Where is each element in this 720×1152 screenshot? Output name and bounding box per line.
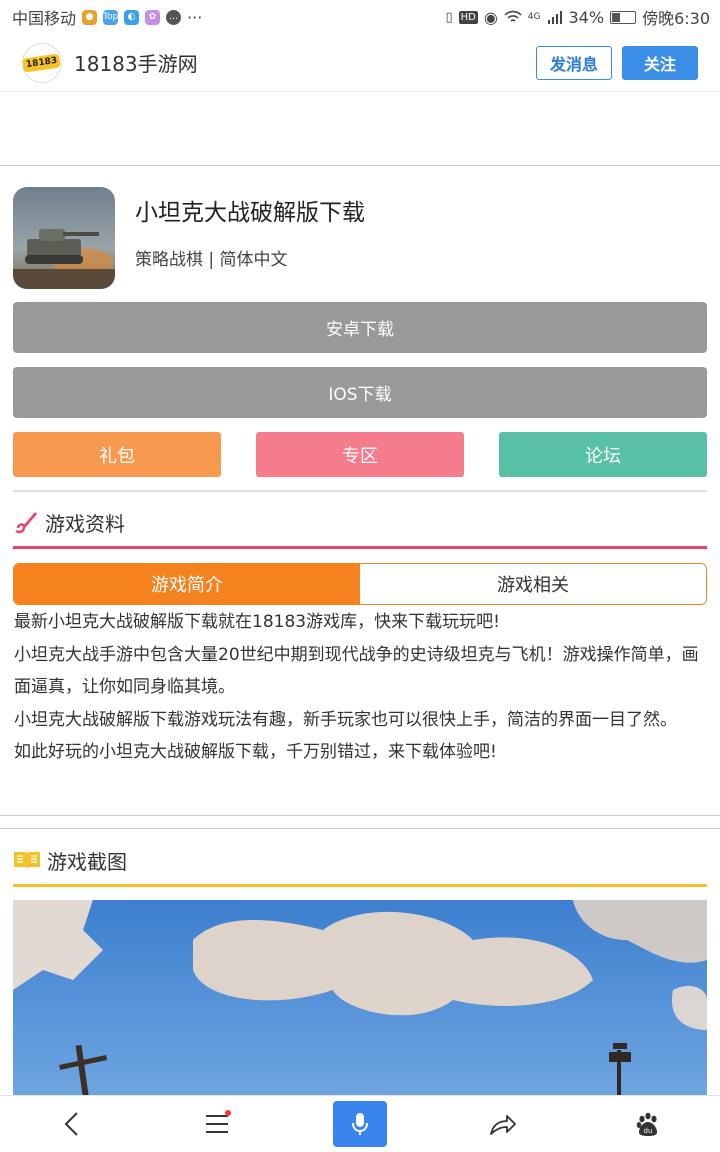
android-download-button[interactable]: 安卓下载 — [13, 302, 707, 353]
notification-dot — [224, 1110, 231, 1116]
game-tags: 策略战棋 | 简体中文 — [135, 250, 288, 270]
battery-icon — [610, 10, 637, 24]
book-icon — [14, 852, 40, 869]
top-icon: Top — [103, 9, 118, 25]
zone-button[interactable]: 专区 — [256, 432, 464, 477]
ios-download-button[interactable]: IOS下载 — [13, 367, 707, 418]
info-section-header: 游戏资料 — [13, 502, 707, 542]
svg-text:du: du — [643, 1127, 652, 1135]
more-icon: ··· — [187, 7, 203, 27]
bottom-navigation: du — [0, 1095, 720, 1152]
intro-paragraph: 最新小坦克大战破解版下载就在18183游戏库，快来下载玩玩吧! — [14, 612, 500, 632]
divider — [13, 490, 707, 492]
follow-button[interactable]: 关注 — [622, 45, 698, 80]
intro-paragraph: 小坦克大战手游中包含大量20世纪中期到现代战争的史诗级坦克与飞机！游戏操作简单，… — [14, 644, 699, 698]
intro-paragraph: 小坦克大战破解版下载游戏玩法有趣，新手玩家也可以很快上手，简洁的界面一目了然。 — [14, 709, 677, 730]
site-logo[interactable]: 18183 — [22, 42, 62, 83]
game-screenshot[interactable] — [13, 900, 707, 1100]
clock: 傍晚6:30 — [642, 9, 710, 28]
pen-icon — [15, 512, 37, 534]
tab-related[interactable]: 游戏相关 — [360, 564, 706, 604]
baidu-button[interactable]: du — [620, 1101, 676, 1147]
menu-button[interactable] — [189, 1101, 245, 1147]
screenshot-section-title: 游戏截图 — [47, 849, 127, 874]
mic-icon — [351, 1113, 368, 1135]
section-separator — [0, 815, 720, 829]
section-underline — [13, 546, 707, 549]
status-bar: 中国移动 ● Top ◐ ✿ … ··· ▯ HD ◉ 4G 34% 傍晚6:3… — [0, 0, 720, 34]
flower-icon: ✿ — [145, 9, 161, 25]
forum-button[interactable]: 论坛 — [499, 432, 707, 477]
tab-intro[interactable]: 游戏简介 — [14, 564, 360, 604]
game-icon[interactable] — [13, 187, 115, 289]
banner-area — [0, 92, 720, 166]
carrier-label: 中国移动 — [12, 9, 77, 28]
browser-icon: ◐ — [124, 9, 140, 25]
back-icon — [64, 1112, 78, 1136]
game-header: 小坦克大战破解版下载 策略战棋 | 简体中文 — [13, 187, 707, 291]
signal-icon — [547, 11, 562, 24]
gift-button[interactable]: 礼包 — [13, 432, 221, 477]
eye-icon: ◉ — [483, 7, 498, 27]
app-icon: ● — [82, 9, 98, 25]
menu-icon — [205, 1115, 228, 1133]
intro-paragraph: 如此好玩的小坦克大战破解版下载，千万别错过，来下载体验吧! — [14, 742, 497, 762]
site-header: 18183 18183手游网 发消息 关注 — [0, 34, 720, 92]
voice-search-button[interactable] — [332, 1101, 387, 1147]
screenshot-section-header: 游戏截图 — [13, 840, 707, 880]
logo-text: 18183 — [22, 52, 62, 73]
back-button[interactable] — [44, 1101, 100, 1147]
section-underline — [13, 884, 707, 887]
battery-percent: 34% — [568, 7, 605, 27]
site-name[interactable]: 18183手游网 — [74, 48, 536, 77]
info-tabs: 游戏简介 游戏相关 — [13, 563, 707, 605]
share-button[interactable] — [475, 1101, 531, 1147]
wifi-icon — [504, 10, 522, 22]
game-title: 小坦克大战破解版下载 — [135, 200, 365, 226]
hd-icon: HD — [458, 10, 478, 24]
send-message-button[interactable]: 发消息 — [536, 45, 612, 80]
paw-icon: du — [636, 1112, 657, 1136]
network-label: 4G — [527, 12, 541, 22]
vibrate-icon: ▯ — [445, 9, 453, 25]
chat-icon: … — [166, 9, 182, 25]
share-icon — [490, 1115, 517, 1135]
intro-text: 最新小坦克大战破解版下载就在18183游戏库，快来下载玩玩吧! 小坦克大战手游中… — [14, 606, 706, 769]
info-section-title: 游戏资料 — [45, 511, 125, 536]
